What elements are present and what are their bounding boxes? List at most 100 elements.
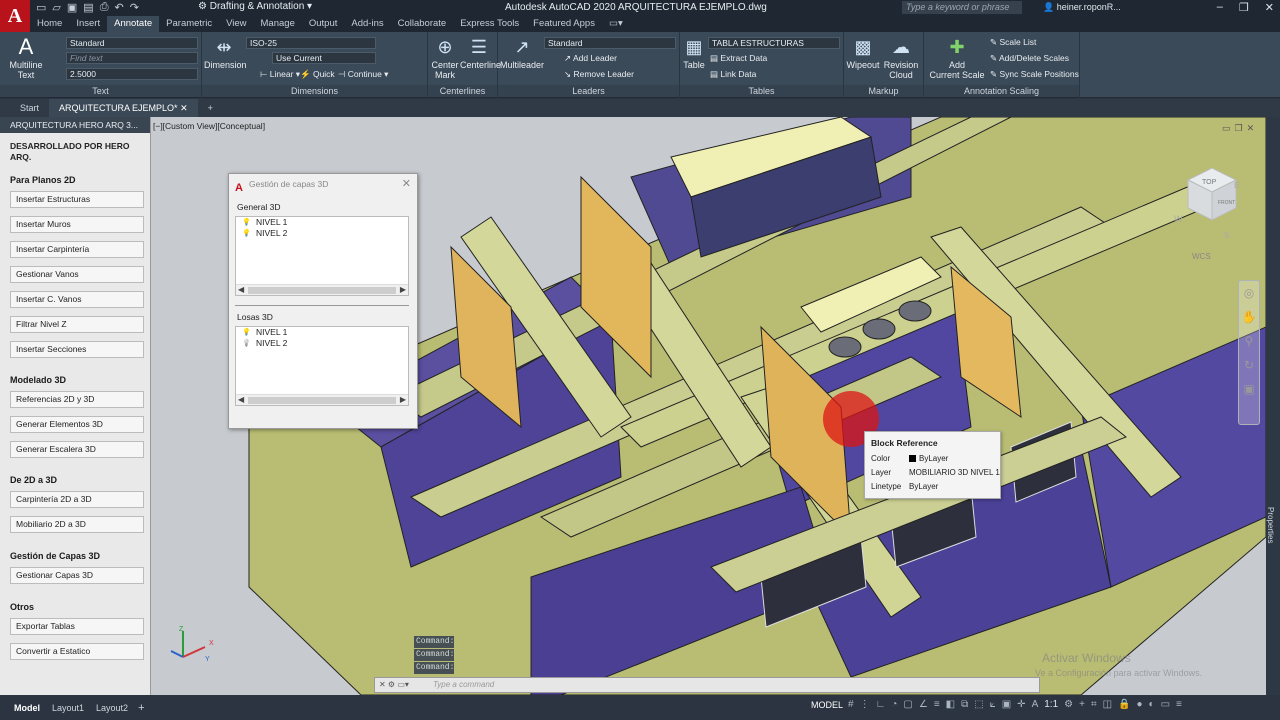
palette-button-insertar-c-vanos[interactable]: Insertar C. Vanos <box>10 291 144 308</box>
dialog-title-bar[interactable]: A Gestión de capas 3D ✕ <box>229 174 417 194</box>
remove-leader-button[interactable]: ↘ Remove Leader <box>564 68 634 80</box>
snap-icon[interactable]: ⋮ <box>860 699 870 710</box>
find-text-input[interactable]: Find text <box>66 52 198 64</box>
panel-title-dimensions[interactable]: Dimensions <box>202 85 427 97</box>
osnap-icon[interactable]: ▢ <box>903 699 912 710</box>
ribbon-tab-insert[interactable]: Insert <box>69 16 107 32</box>
panel-title-tables[interactable]: Tables <box>680 85 843 97</box>
layer-item[interactable]: 💡 NIVEL 2 <box>236 338 408 349</box>
extract-data-button[interactable]: ▤ Extract Data <box>710 52 767 64</box>
quick-button[interactable]: ⚡ Quick <box>300 68 335 80</box>
close-icon[interactable]: ✕ <box>1265 1 1274 14</box>
ribbon-tab-add-ins[interactable]: Add-ins <box>344 16 390 32</box>
close-icon[interactable]: ✕ <box>402 174 411 194</box>
add-current-scale-button[interactable]: ✚ Add Current Scale <box>928 36 986 80</box>
layout-tab-model[interactable]: Model <box>8 701 46 715</box>
3d-osnap-icon[interactable]: ⬚ <box>974 699 983 710</box>
dimension-button[interactable]: ⇹ Dimension <box>204 36 247 70</box>
ribbon-tab-parametric[interactable]: Parametric <box>159 16 219 32</box>
palette-button-filtrar-nivel-z[interactable]: Filtrar Nivel Z <box>10 316 144 333</box>
command-tools-icon[interactable]: ✕ ⚙ ▭▾ <box>379 678 409 692</box>
palette-button-mobiliario-2d-a-3d[interactable]: Mobiliario 2D a 3D <box>10 516 144 533</box>
ribbon-tab-output[interactable]: Output <box>302 16 345 32</box>
selection-cycle-icon[interactable]: ⧉ <box>961 699 968 710</box>
text-height-select[interactable]: 2.5000 <box>66 68 198 80</box>
viewport-label[interactable]: [−][Custom View][Conceptual] <box>153 121 265 131</box>
zoom-icon[interactable]: ⚲ <box>1239 329 1259 353</box>
add-leader-button[interactable]: ↗ Add Leader <box>564 52 617 64</box>
hardware-accel-icon[interactable]: ◐ <box>1149 699 1155 710</box>
open-icon[interactable]: ▱ <box>52 1 60 14</box>
palette-button-gestionar-capas-3d[interactable]: Gestionar Capas 3D <box>10 567 144 584</box>
palette-button-referencias-2d-y-3d[interactable]: Referencias 2D y 3D <box>10 391 144 408</box>
wcs-label[interactable]: WCS <box>1192 252 1211 261</box>
showmotion-icon[interactable]: ▣ <box>1239 377 1259 401</box>
ribbon-tab-home[interactable]: Home <box>30 16 69 32</box>
transparency-icon[interactable]: ◧ <box>946 699 955 710</box>
palette-button-generar-elementos-3d[interactable]: Generar Elementos 3D <box>10 416 144 433</box>
new-tab-button[interactable]: + <box>198 99 223 117</box>
search-input[interactable]: Type a keyword or phrase <box>902 1 1022 14</box>
saveas-icon[interactable]: ▤ <box>83 1 93 14</box>
lock-ui-icon[interactable]: 🔒 <box>1118 699 1130 710</box>
print-icon[interactable]: ⎙ <box>100 1 109 14</box>
layer-item[interactable]: 💡 NIVEL 1 <box>236 217 408 228</box>
restore-icon[interactable]: ❐ <box>1235 123 1243 134</box>
clean-screen-icon[interactable]: ▭ <box>1161 699 1170 710</box>
save-icon[interactable]: ▣ <box>67 1 77 14</box>
workspace-gear-icon[interactable]: ⚙ <box>1064 699 1073 710</box>
lineweight-icon[interactable]: ≡ <box>934 699 940 710</box>
minimize-icon[interactable]: ▭ <box>1222 123 1231 134</box>
scroll-left-icon[interactable]: ◀ <box>238 285 244 294</box>
navigation-bar[interactable]: ◎ ✋ ⚲ ↻ ▣ <box>1238 280 1260 425</box>
lightbulb-icon[interactable]: 💡 <box>242 327 251 338</box>
scroll-right-icon[interactable]: ▶ <box>400 285 406 294</box>
palette-button-generar-escalera-3d[interactable]: Generar Escalera 3D <box>10 441 144 458</box>
center-mark-button[interactable]: ⊕ Center Mark <box>430 36 460 80</box>
panel-title-text[interactable]: Text <box>0 85 201 97</box>
customization-icon[interactable]: ≡ <box>1176 699 1182 710</box>
close-icon[interactable]: ✕ <box>180 103 188 113</box>
horizontal-scrollbar[interactable]: ◀ ▶ <box>236 284 408 295</box>
quick-properties-icon[interactable]: ◫ <box>1103 699 1112 710</box>
panel-title-leaders[interactable]: Leaders <box>498 85 679 97</box>
layer-item[interactable]: 💡 NIVEL 2 <box>236 228 408 239</box>
palette-button-insertar-secciones[interactable]: Insertar Secciones <box>10 341 144 358</box>
close-icon[interactable]: ✕ <box>1247 123 1255 134</box>
centerline-button[interactable]: ☰ Centerline <box>460 36 501 70</box>
palette-button-convertir-a-estatico[interactable]: Convertir a Estatico <box>10 643 144 660</box>
ribbon-options-icon[interactable]: ▭▾ <box>602 16 630 32</box>
palette-button-carpinteria-2d-a-3d[interactable]: Carpintería 2D a 3D <box>10 491 144 508</box>
polar-icon[interactable]: ◔ <box>891 699 897 710</box>
workspace-switcher[interactable]: ⚙ Drafting & Annotation ▾ <box>198 1 312 12</box>
tab-arquitectura-ejemplo[interactable]: ARQUITECTURA EJEMPLO* ✕ <box>49 99 198 117</box>
grid-icon[interactable]: # <box>848 699 854 710</box>
dim-layer-select[interactable]: Use Current <box>272 52 376 64</box>
minimize-icon[interactable]: – <box>1217 1 1223 14</box>
scroll-thumb[interactable] <box>248 287 396 294</box>
units-icon[interactable]: ⌗ <box>1091 699 1097 710</box>
link-data-button[interactable]: ▤ Link Data <box>710 68 756 80</box>
ribbon-tab-view[interactable]: View <box>219 16 253 32</box>
otrack-icon[interactable]: ∠ <box>919 699 928 710</box>
table-style-select[interactable]: TABLA ESTRUCTURAS <box>708 37 840 49</box>
revision-cloud-button[interactable]: ☁ Revision Cloud <box>882 36 920 80</box>
lightbulb-icon[interactable]: 💡 <box>242 217 251 228</box>
steering-wheel-icon[interactable]: ◎ <box>1239 281 1259 305</box>
layout-tab-layout1[interactable]: Layout1 <box>46 701 90 715</box>
scroll-left-icon[interactable]: ◀ <box>238 395 244 404</box>
dim-style-select[interactable]: ISO-25 <box>246 37 376 49</box>
new-icon[interactable]: ▭ <box>36 1 46 14</box>
command-input[interactable]: Type a command <box>433 680 494 689</box>
ribbon-tab-collaborate[interactable]: Collaborate <box>391 16 454 32</box>
user-account[interactable]: 👤 heiner.roponR... <box>1043 2 1121 13</box>
multileader-button[interactable]: ↗ Multileader <box>500 36 544 70</box>
linear-button[interactable]: ⊢ Linear ▾ <box>260 68 300 80</box>
sync-scale-button[interactable]: ✎ Sync Scale Positions <box>990 68 1079 80</box>
layout-tab-layout2[interactable]: Layout2 <box>90 701 134 715</box>
ribbon-tab-featured-apps[interactable]: Featured Apps <box>526 16 602 32</box>
ribbon-tab-manage[interactable]: Manage <box>254 16 302 32</box>
palette-button-insertar-muros[interactable]: Insertar Muros <box>10 216 144 233</box>
app-menu-button[interactable]: A <box>0 0 30 32</box>
palette-button-insertar-estructuras[interactable]: Insertar Estructuras <box>10 191 144 208</box>
